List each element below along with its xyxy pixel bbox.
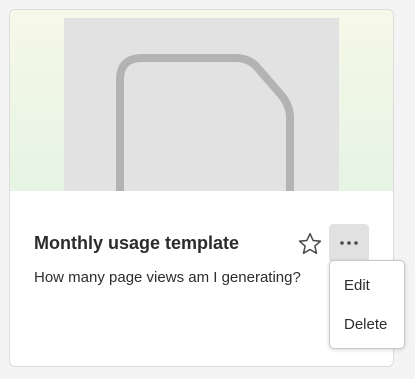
favorite-button[interactable] — [297, 231, 323, 257]
actions-menu: Edit Delete — [329, 260, 405, 349]
star-outline-icon — [298, 232, 322, 255]
template-title: Monthly usage template — [34, 233, 240, 253]
document-icon — [116, 54, 294, 191]
ellipsis-icon — [340, 241, 358, 245]
template-thumbnail — [64, 18, 339, 191]
menu-item-delete[interactable]: Delete — [330, 309, 404, 341]
template-description: How many page views am I generating? — [34, 269, 301, 286]
menu-item-edit[interactable]: Edit — [330, 270, 404, 302]
more-actions-button[interactable] — [329, 224, 369, 262]
template-preview[interactable] — [10, 10, 393, 191]
